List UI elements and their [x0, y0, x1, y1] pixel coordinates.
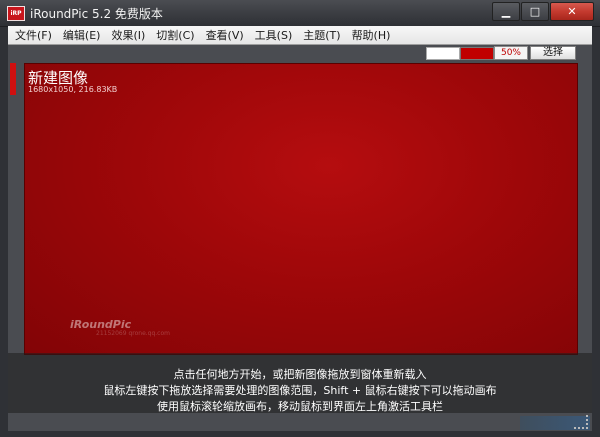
zoom-level[interactable]: 50% [494, 46, 528, 60]
menu-edit[interactable]: 编辑(E) [56, 27, 101, 43]
hint-line-1: 点击任何地方开始，或把新图像拖放到窗体重新载入 [173, 368, 427, 381]
window-controls: ▁ □ ✕ [491, 2, 594, 21]
hint-line-3: 使用鼠标滚轮缩放画布，移动鼠标到界面左上角激活工具栏 [157, 400, 443, 413]
hint-line-2: 鼠标左键按下拖放选择需要处理的图像范围，Shift + 鼠标右键按下可以拖动画布 [103, 384, 497, 397]
menu-help[interactable]: 帮助(H) [345, 27, 391, 43]
menu-tools[interactable]: 工具(S) [248, 27, 293, 43]
menu-theme[interactable]: 主题(T) [296, 27, 340, 43]
close-button[interactable]: ✕ [550, 2, 594, 21]
select-button[interactable]: 选择 [530, 46, 576, 60]
resize-grip-icon[interactable] [574, 415, 588, 429]
menu-cut[interactable]: 切割(C) [149, 27, 194, 43]
window-title: iRoundPic 5.2 免费版本 [30, 7, 163, 21]
minimize-button[interactable]: ▁ [492, 2, 520, 21]
watermark-subtext: 21152069 qrone.qq.com [96, 330, 171, 337]
menu-file[interactable]: 文件(F) [8, 27, 52, 43]
canvas-marker [10, 63, 16, 95]
image-info: 1680x1050, 216.83KB [28, 85, 118, 94]
menu-view[interactable]: 查看(V) [199, 27, 244, 43]
maximize-button[interactable]: □ [521, 2, 549, 21]
primary-color-swatch[interactable] [426, 47, 460, 60]
title-bar[interactable]: iRP iRoundPic 5.2 免费版本 ▁ □ ✕ [0, 0, 600, 27]
app-logo-icon[interactable]: iRP [7, 6, 25, 21]
menu-effects[interactable]: 效果(I) [104, 27, 145, 43]
image-canvas[interactable] [24, 63, 578, 355]
menu-bar: 文件(F) 编辑(E) 效果(I) 切割(C) 查看(V) 工具(S) 主题(T… [8, 26, 592, 45]
app-window: iRP iRoundPic 5.2 免费版本 ▁ □ ✕ 文件(F) 编辑(E)… [0, 0, 600, 437]
secondary-color-swatch[interactable] [460, 47, 494, 60]
